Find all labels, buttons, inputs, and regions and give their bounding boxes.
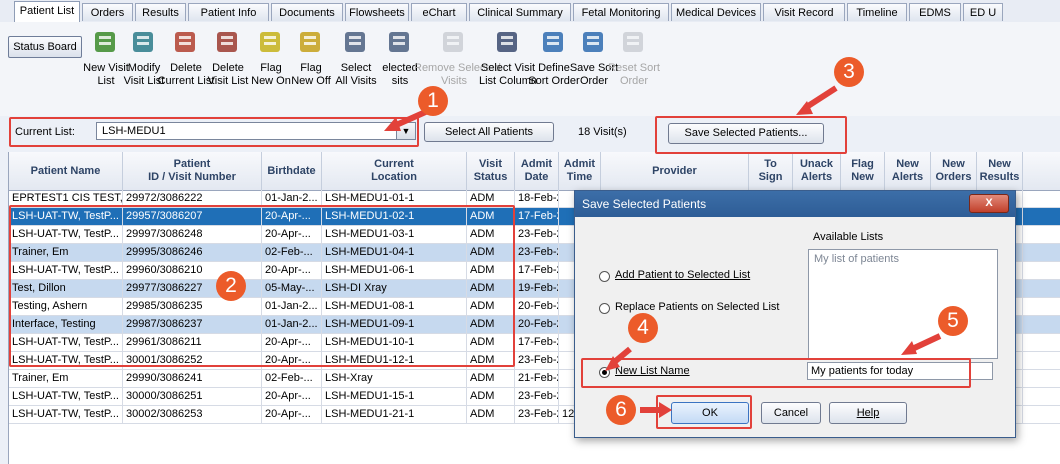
callout-4: 4: [628, 313, 658, 343]
callout-1: 1: [418, 86, 448, 116]
callout-5: 5: [938, 306, 968, 336]
callout-arrows: [384, 85, 942, 418]
callout-6: 6: [606, 395, 636, 425]
callout-3: 3: [834, 57, 864, 87]
callout-2: 2: [216, 271, 246, 301]
